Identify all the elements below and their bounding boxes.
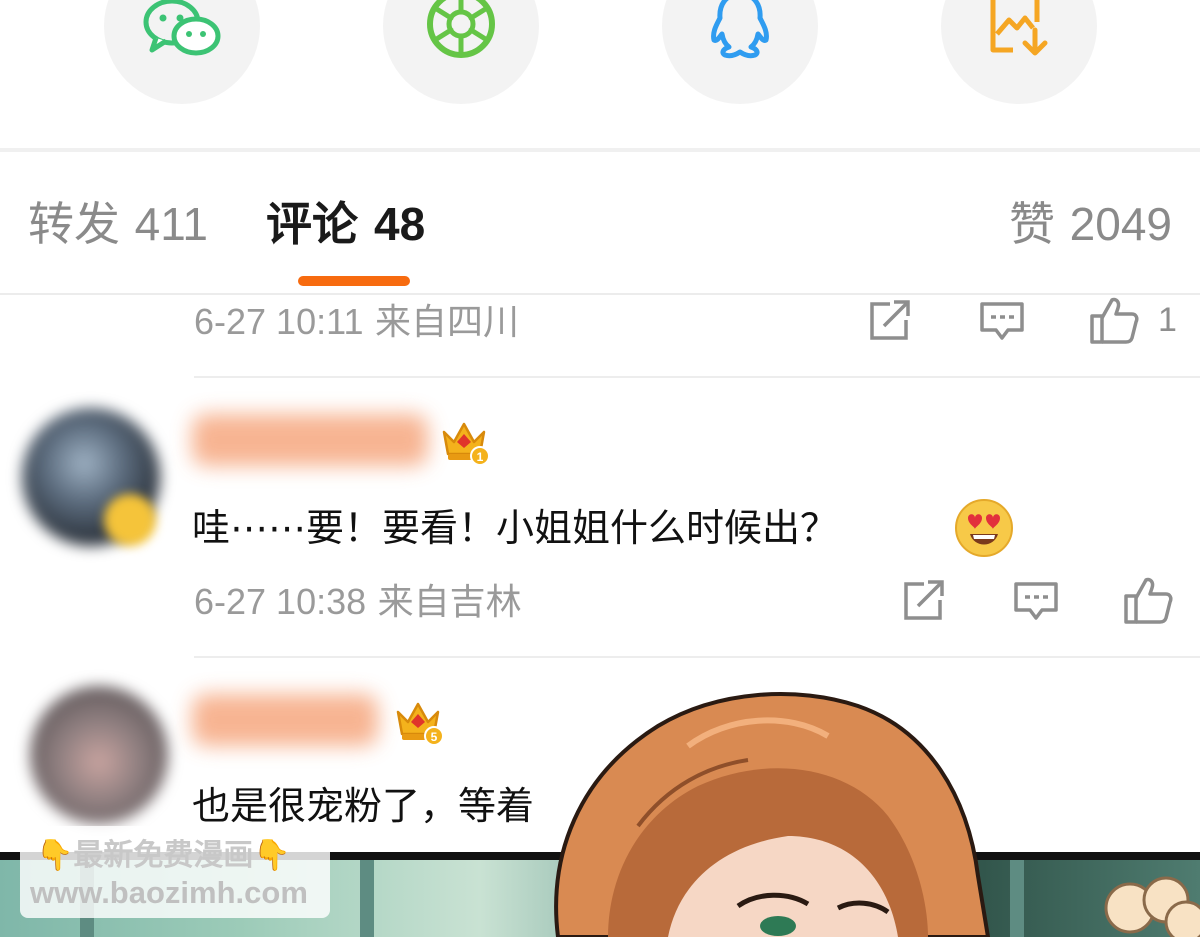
reply-comment-button[interactable] xyxy=(1012,578,1060,624)
share-moments-button[interactable] xyxy=(383,0,539,104)
comment-meta: 6-27 10:11 来自四川 xyxy=(194,300,519,345)
tab-forward-label: 转发 xyxy=(28,197,120,251)
share-comment-button[interactable] xyxy=(866,298,914,344)
comment-location: 来自四川 xyxy=(374,302,519,343)
tabs-divider xyxy=(0,293,1200,295)
wechat-icon xyxy=(143,0,221,56)
save-image-button[interactable] xyxy=(941,0,1097,104)
moments-icon xyxy=(427,0,495,58)
vip-level: 1 xyxy=(477,450,484,464)
vip-level: 5 xyxy=(431,730,438,744)
comment-divider xyxy=(194,656,1200,658)
tab-likes-label: 赞 xyxy=(1009,197,1056,251)
tab-forward[interactable]: 转发 411 xyxy=(28,196,208,252)
pointing-hand-icon: 👇 xyxy=(36,838,74,873)
vip-crown-icon: 1 xyxy=(442,422,490,466)
active-tab-indicator xyxy=(298,276,410,286)
heart-eyes-emoji xyxy=(955,499,1013,557)
section-divider xyxy=(0,148,1200,152)
avatar[interactable] xyxy=(30,686,168,824)
like-comment-button[interactable] xyxy=(1122,574,1174,626)
vip-crown-icon: 5 xyxy=(396,702,444,746)
comment-bubble-icon xyxy=(980,302,1024,340)
watermark-url: www.baozimh.com xyxy=(30,875,308,910)
comment-bubble-icon xyxy=(1014,582,1058,620)
comment-time: 6-27 10:38 xyxy=(194,581,367,622)
comment-divider xyxy=(194,376,1200,378)
tab-forward-count: 411 xyxy=(134,198,208,250)
like-count: 1 xyxy=(1158,300,1177,339)
thumbs-up-icon xyxy=(1090,297,1139,344)
share-comment-button[interactable] xyxy=(900,578,948,624)
like-comment-button[interactable]: 1 xyxy=(1088,294,1177,346)
tab-likes[interactable]: 赞 2049 xyxy=(1009,196,1172,252)
pointing-hand-icon: 👇 xyxy=(253,838,291,873)
verified-badge-icon xyxy=(104,494,156,546)
share-external-icon xyxy=(870,300,910,340)
watermark-line1: 👇最新免费漫画👇 xyxy=(36,836,291,876)
comment-location: 来自吉林 xyxy=(377,582,522,623)
comment-text: 哇⋯⋯要！要看！小姐姐什么时候出？ xyxy=(192,506,839,550)
tab-comments-count: 48 xyxy=(374,198,426,250)
username-blurred[interactable] xyxy=(192,414,428,466)
tab-likes-count: 2049 xyxy=(1069,198,1172,250)
share-wechat-button[interactable] xyxy=(104,0,260,104)
comment-text: 也是很宠粉了，等着 xyxy=(192,784,535,828)
username-blurred[interactable] xyxy=(192,694,378,746)
thumbs-up-icon xyxy=(1124,577,1173,624)
share-qq-button[interactable] xyxy=(662,0,818,104)
save-image-icon xyxy=(990,0,1048,56)
window-frame xyxy=(360,860,374,937)
comic-ornament xyxy=(1104,876,1200,937)
comic-character-illustration xyxy=(554,692,991,937)
watermark-text: 最新免费漫画 xyxy=(73,838,254,873)
tab-comments-label: 评论 xyxy=(266,197,358,251)
tab-comments[interactable]: 评论 48 xyxy=(266,196,425,252)
comment-meta: 6-27 10:38 来自吉林 xyxy=(194,580,522,625)
share-external-icon xyxy=(904,580,944,620)
qq-icon xyxy=(711,0,769,59)
reply-comment-button[interactable] xyxy=(978,298,1026,344)
comment-time: 6-27 10:11 xyxy=(194,301,364,342)
